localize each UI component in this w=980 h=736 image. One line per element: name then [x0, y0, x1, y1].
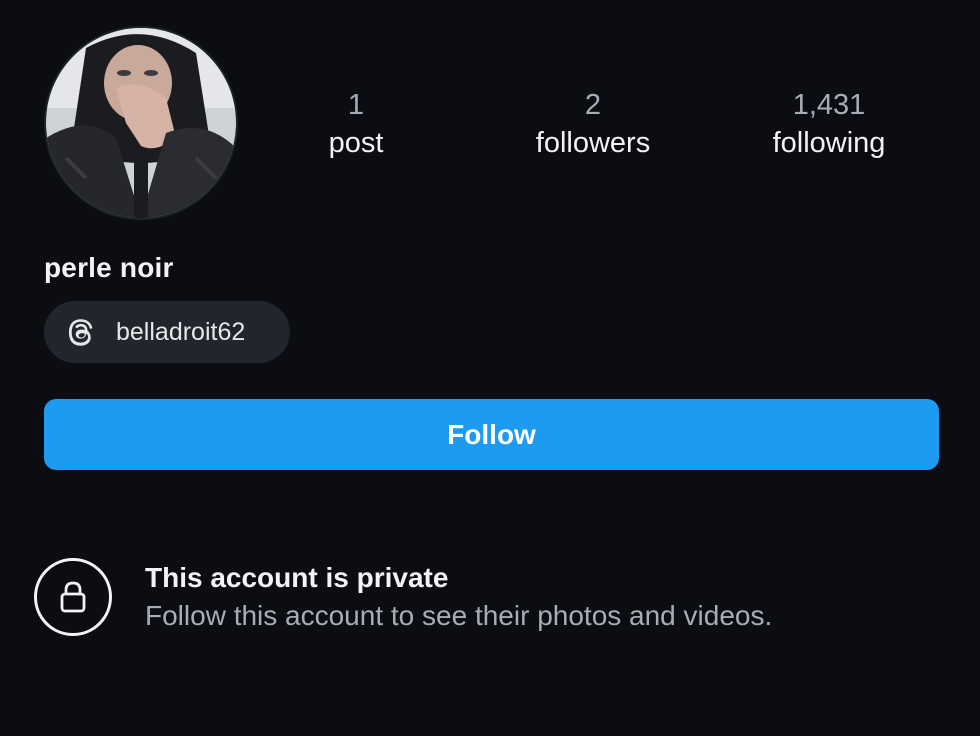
- following-stat[interactable]: 1,431 following: [729, 86, 929, 162]
- followers-count: 2: [584, 89, 602, 121]
- posts-stat[interactable]: 1 post: [256, 86, 456, 162]
- profile-screen: 1 post 2 followers 1,431 following perle…: [0, 0, 980, 736]
- private-account-description: Follow this account to see their photos …: [145, 600, 773, 631]
- private-account-title: This account is private: [145, 562, 449, 593]
- follow-button[interactable]: Follow: [44, 399, 939, 470]
- display-name: perle noir: [44, 252, 174, 283]
- following-label: following: [772, 127, 886, 159]
- threads-icon: [64, 315, 98, 349]
- profile-avatar[interactable]: [46, 28, 236, 218]
- following-count: 1,431: [792, 89, 866, 121]
- threads-handle: belladroit62: [116, 317, 246, 346]
- profile-photo: [46, 28, 236, 218]
- threads-badge[interactable]: belladroit62: [44, 301, 290, 363]
- followers-stat[interactable]: 2 followers: [493, 86, 693, 162]
- followers-label: followers: [535, 127, 651, 159]
- posts-count: 1: [347, 89, 365, 121]
- lock-icon: [34, 558, 112, 636]
- posts-label: post: [328, 127, 384, 159]
